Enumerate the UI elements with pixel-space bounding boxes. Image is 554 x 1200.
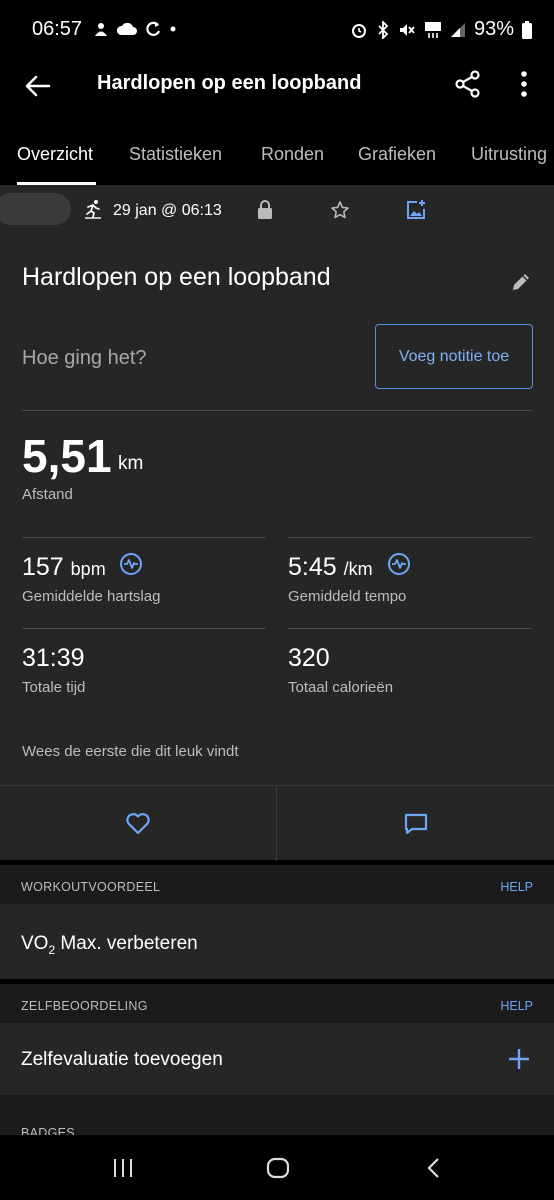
back-button[interactable] [20, 68, 56, 104]
sync-icon [146, 21, 161, 36]
tab-uitrusting[interactable]: Uitrusting [471, 144, 547, 165]
vo2-prefix: VO [21, 933, 49, 954]
recent-apps-icon[interactable] [112, 1158, 134, 1178]
self-eval-help-link[interactable]: HELP [500, 999, 533, 1013]
activity-card: 29 jan @ 06:13 Hardlopen op een loopband… [0, 185, 554, 785]
bluetooth-icon [378, 20, 389, 39]
divider [288, 537, 532, 538]
nav-back-icon[interactable] [426, 1157, 440, 1179]
self-eval-title: ZELFBEOORDELING [21, 999, 148, 1013]
share-button[interactable] [452, 66, 484, 102]
feel-prompt[interactable]: Hoe ging het? [22, 347, 147, 370]
signal-icon [450, 22, 465, 37]
total-time-value: 31:39 [22, 644, 85, 672]
tab-bar: Overzicht Statistieken Ronden Grafieken … [0, 124, 554, 185]
status-system-icons: 93% [350, 18, 532, 41]
status-time: 06:57 [32, 18, 83, 40]
pulse-icon[interactable] [387, 552, 411, 576]
page-title: Hardlopen op een loopband [97, 72, 362, 94]
pace-number: 5:45 [288, 553, 337, 581]
distance-label: Afstand [22, 486, 73, 503]
heart-rate-label: Gemiddelde hartslag [22, 588, 161, 605]
tab-ronden[interactable]: Ronden [261, 144, 324, 165]
add-photo-icon[interactable] [405, 199, 427, 221]
vo2-suffix: Max. verbeteren [55, 933, 198, 954]
heart-rate-unit: bpm [70, 559, 106, 579]
5g-icon [424, 21, 441, 38]
home-icon[interactable] [266, 1157, 290, 1179]
heart-rate-number: 157 [22, 553, 64, 581]
notification-app-icon [95, 23, 107, 36]
pace-unit: /km [343, 559, 373, 579]
divider [22, 537, 266, 538]
workout-benefit-header: WORKOUTVOORDEEL HELP [0, 865, 554, 909]
badges-header: BADGES [0, 1095, 554, 1135]
heart-icon [126, 812, 150, 834]
activity-title: Hardlopen op een loopband [22, 263, 331, 291]
activity-meta-row: 29 jan @ 06:13 [0, 185, 554, 237]
divider [288, 628, 532, 629]
likes-text: Wees de eerste die dit leuk vindt [22, 743, 239, 760]
divider [22, 410, 532, 411]
app-bar: Hardlopen op een loopband [0, 60, 554, 124]
avatar[interactable] [0, 193, 71, 225]
self-eval-label: Zelfevaluatie toevoegen [21, 1049, 223, 1070]
system-nav-bar [0, 1135, 554, 1200]
comment-button[interactable] [277, 786, 554, 861]
badges-title: BADGES [21, 1126, 75, 1135]
total-time-label: Totale tijd [22, 679, 86, 696]
tab-statistieken[interactable]: Statistieken [129, 144, 222, 165]
treadmill-run-icon [85, 200, 101, 219]
more-options-button[interactable] [510, 66, 538, 102]
battery-icon [522, 20, 532, 39]
plus-icon[interactable] [508, 1048, 530, 1070]
comment-icon [404, 813, 427, 834]
lock-icon[interactable] [257, 200, 273, 220]
add-note-button[interactable]: Voeg notitie toe [375, 324, 533, 389]
status-notification-icons [92, 20, 178, 38]
heart-rate-value: 157 bpm [22, 553, 106, 582]
tab-overzicht[interactable]: Overzicht [17, 144, 93, 165]
mute-icon [399, 23, 415, 36]
distance-value: 5,51 [22, 430, 112, 482]
calories-label: Totaal calorieën [288, 679, 394, 696]
edit-pencil-icon[interactable] [510, 271, 532, 293]
more-vert-icon [521, 71, 527, 97]
social-actions [0, 785, 554, 861]
cloud-icon [116, 22, 137, 35]
like-button[interactable] [0, 786, 277, 861]
divider [22, 628, 266, 629]
pace-label: Gemiddeld tempo [288, 588, 407, 605]
pulse-icon[interactable] [119, 552, 143, 576]
battery-percent: 93% [473, 18, 514, 40]
star-icon[interactable] [330, 200, 350, 220]
share-icon [455, 70, 480, 98]
dot-icon [170, 26, 176, 32]
self-eval-header: ZELFBEOORDELING HELP [0, 984, 554, 1028]
self-eval-row[interactable]: Zelfevaluatie toevoegen [0, 1023, 554, 1095]
activity-overview: 29 jan @ 06:13 Hardlopen op een loopband… [0, 185, 554, 1135]
distance-unit: km [118, 453, 144, 474]
workout-benefit-value: VO2 Max. verbeteren [21, 933, 198, 957]
calories-value: 320 [288, 644, 330, 672]
workout-benefit-help-link[interactable]: HELP [500, 880, 533, 894]
pace-value: 5:45 /km [288, 553, 373, 582]
arrow-left-icon [25, 75, 51, 97]
workout-benefit-title: WORKOUTVOORDEEL [21, 880, 161, 894]
alarm-icon [351, 23, 366, 38]
tab-grafieken[interactable]: Grafieken [358, 144, 436, 165]
status-bar: 06:57 93% [0, 0, 554, 60]
activity-date: 29 jan @ 06:13 [113, 202, 222, 219]
workout-benefit-row[interactable]: VO2 Max. verbeteren [0, 904, 554, 979]
